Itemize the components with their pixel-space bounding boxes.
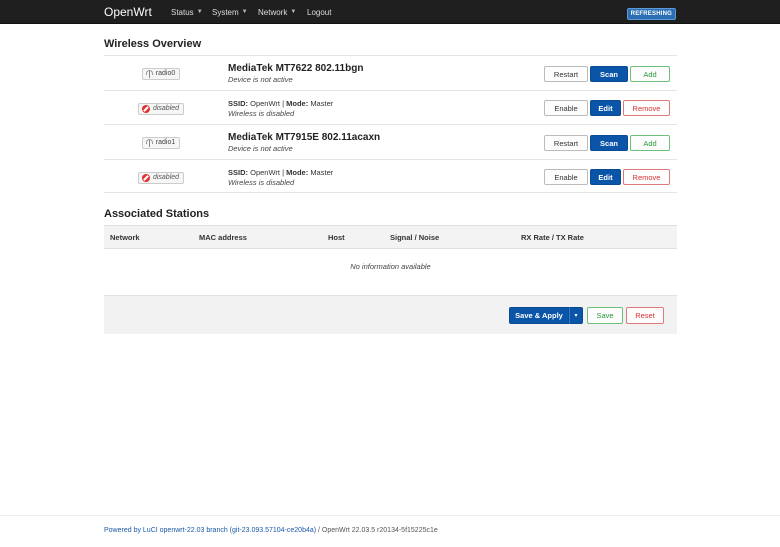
disabled-badge-label: disabled [152,105,180,112]
scan-button[interactable]: Scan [590,66,628,82]
radio-badge-label: radio1 [155,139,176,146]
associated-stations-title: Associated Stations [104,208,210,220]
disabled-badge: disabled [137,102,185,115]
chevron-down-icon: ▼ [290,9,297,15]
save-button[interactable]: Save [587,307,623,324]
menu-network-label: Network [258,7,288,17]
network-status: Wireless is disabled [228,109,295,118]
save-apply-group: Save & Apply ▾ [509,307,583,324]
enable-button[interactable]: Enable [544,169,588,185]
radio-badge: radio0 [141,67,181,80]
disabled-icon [141,104,150,113]
ssid-label: SSID: [228,99,249,108]
chevron-down-icon: ▼ [196,9,203,15]
edit-button[interactable]: Edit [590,100,621,116]
menu-network[interactable]: Network ▼ [258,0,296,24]
mode-value: Master [310,99,334,108]
network-info: SSID: OpenWrt | Mode: Master [228,168,333,177]
radio-badge: radio1 [141,136,181,149]
add-button[interactable]: Add [630,66,670,82]
antenna-icon [145,69,153,78]
edit-button[interactable]: Edit [590,169,621,185]
chevron-down-icon: ▾ [574,313,578,319]
menu-system[interactable]: System ▼ [212,0,248,24]
mode-label: Mode: [286,99,309,108]
menu-system-label: System [212,7,239,17]
brand-logo[interactable]: OpenWrt [104,4,152,20]
ssid-value: OpenWrt [250,99,280,108]
menu-logout-label: Logout [307,7,332,17]
save-apply-button[interactable]: Save & Apply [509,307,569,324]
restart-button[interactable]: Restart [544,66,588,82]
top-navbar: OpenWrt Status ▼ System ▼ Network ▼ Logout … [0,0,780,24]
device-status: Device is not active [228,144,293,153]
column-header-rate: RX Rate / TX Rate [521,233,584,242]
column-header-network: Network [110,233,140,242]
openwrt-version: / OpenWrt 22.03.5 r20134-5f15225c1e [316,527,438,534]
mode-label: Mode: [286,168,309,177]
remove-button[interactable]: Remove [623,169,670,185]
badge-cell: disabled [137,102,185,115]
disabled-badge-label: disabled [152,174,180,181]
badge-cell: radio1 [140,136,182,149]
add-button[interactable]: Add [630,135,670,151]
form-actions-bar: Save & Apply ▾ Save Reset [104,295,677,334]
separator: | [282,168,285,177]
column-header-mac: MAC address [199,233,247,242]
device-status: Device is not active [228,75,293,84]
luci-link[interactable]: Powered by LuCI openwrt-22.03 branch (gi… [104,527,316,534]
antenna-icon [145,138,153,147]
save-apply-dropdown[interactable]: ▾ [569,307,583,324]
ssid-label: SSID: [228,168,249,177]
wireless-network-row: disabled SSID: OpenWrt | Mode: Master Wi… [104,159,677,193]
disabled-icon [141,173,150,182]
separator: | [282,99,285,108]
menu-status-label: Status [171,7,194,17]
badge-cell: disabled [137,171,185,184]
stations-table-header: Network MAC address Host Signal / Noise … [104,225,677,249]
page-footer: Powered by LuCI openwrt-22.03 branch (gi… [0,515,780,547]
wireless-device-row: radio0 MediaTek MT7622 802.11bgn Device … [104,55,677,89]
refreshing-badge[interactable]: REFRESHING [626,8,676,20]
chevron-down-icon: ▼ [241,9,248,15]
footer-text: Powered by LuCI openwrt-22.03 branch (gi… [104,527,438,534]
stations-empty-message: No information available [350,262,431,271]
device-title: MediaTek MT7622 802.11bgn [228,63,364,74]
wireless-network-row: disabled SSID: OpenWrt | Mode: Master Wi… [104,90,677,124]
wireless-device-row: radio1 MediaTek MT7915E 802.11acaxn Devi… [104,124,677,158]
radio-badge-label: radio0 [155,70,176,77]
remove-button[interactable]: Remove [623,100,670,116]
enable-button[interactable]: Enable [544,100,588,116]
network-status: Wireless is disabled [228,178,295,187]
disabled-badge: disabled [137,171,185,184]
restart-button[interactable]: Restart [544,135,588,151]
network-info: SSID: OpenWrt | Mode: Master [228,99,333,108]
badge-cell: radio0 [140,67,182,80]
column-header-signal: Signal / Noise [390,233,440,242]
menu-status[interactable]: Status ▼ [171,0,203,24]
device-title: MediaTek MT7915E 802.11acaxn [228,132,381,143]
menu-logout[interactable]: Logout [307,0,331,24]
reset-button[interactable]: Reset [626,307,664,324]
column-header-host: Host [328,233,345,242]
ssid-value: OpenWrt [250,168,280,177]
scan-button[interactable]: Scan [590,135,628,151]
mode-value: Master [310,168,334,177]
wireless-overview-title: Wireless Overview [104,38,202,50]
